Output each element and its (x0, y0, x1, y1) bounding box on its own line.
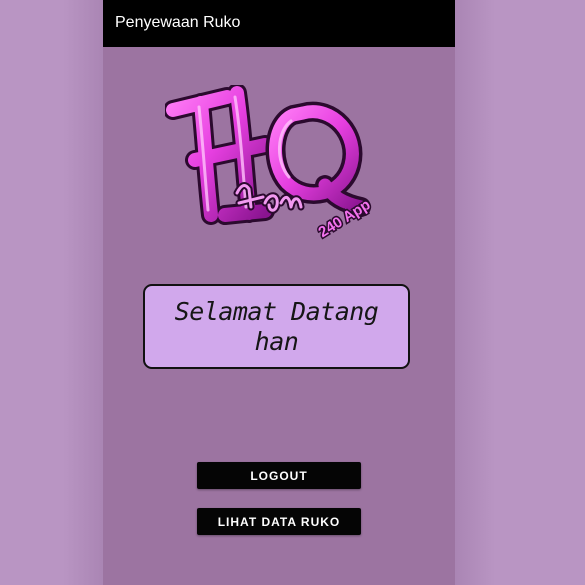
lihat-data-ruko-button[interactable]: LIHAT DATA RUKO (197, 508, 361, 535)
logout-button[interactable]: LOGOUT (197, 462, 361, 489)
app-screen: Penyewaan Ruko 240 App 240 App Selamat D… (103, 0, 455, 585)
hq-han-logo-icon: 240 App 240 App (165, 85, 375, 240)
app-bar: Penyewaan Ruko (103, 0, 455, 47)
welcome-line-2: han (254, 326, 299, 356)
backdrop-shadow-right (455, 0, 495, 585)
welcome-message: Selamat Datang han (145, 297, 408, 357)
logo-letter-q (265, 101, 371, 217)
backdrop-shadow-left (63, 0, 103, 585)
welcome-card: Selamat Datang han (143, 284, 410, 369)
app-title: Penyewaan Ruko (115, 14, 241, 31)
welcome-line-1: Selamat Datang (174, 296, 379, 326)
